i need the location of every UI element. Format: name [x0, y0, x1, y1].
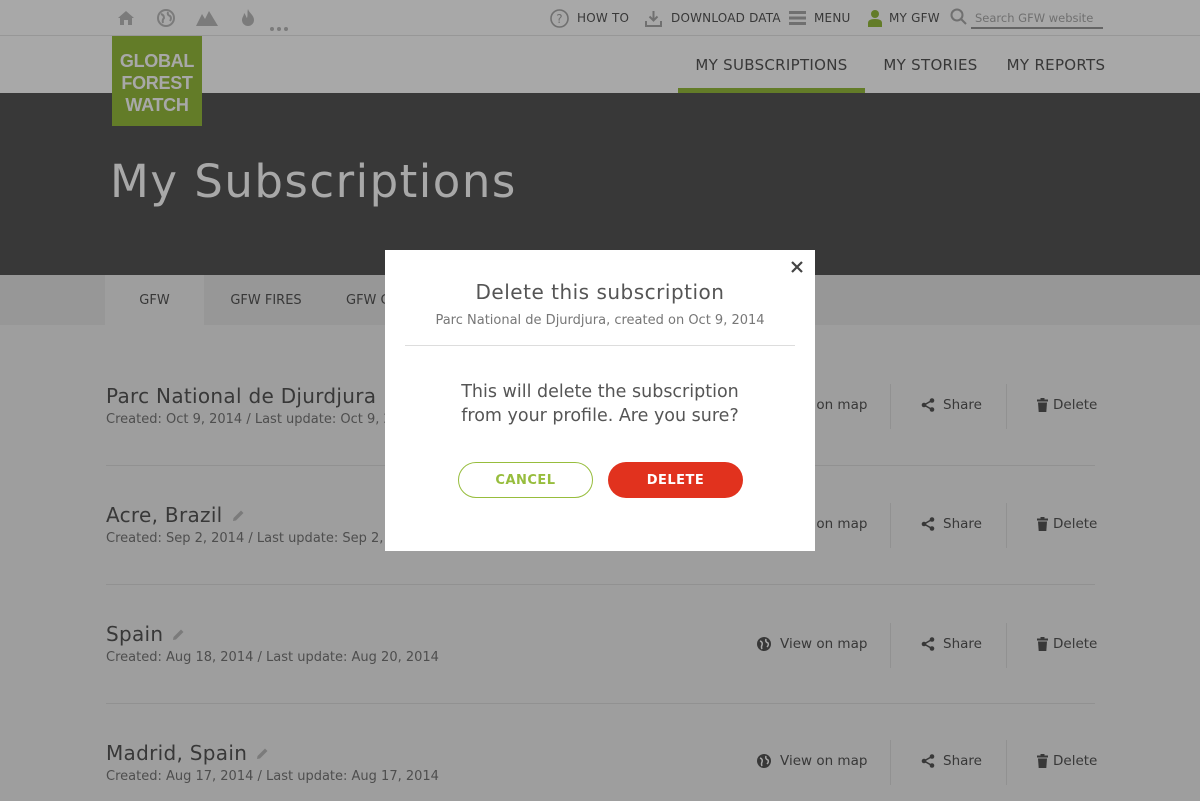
close-icon[interactable] [789, 259, 805, 275]
cancel-button[interactable]: CANCEL [458, 462, 593, 498]
dialog-title: Delete this subscription [475, 280, 725, 304]
dialog-divider [405, 345, 795, 346]
dialog-subtitle: Parc National de Djurdjura, created on O… [435, 313, 765, 328]
delete-subscription-dialog: Delete this subscription Parc National d… [385, 250, 815, 551]
dialog-message: This will delete the subscription from y… [461, 382, 739, 426]
confirm-delete-button[interactable]: DELETE [608, 462, 743, 498]
